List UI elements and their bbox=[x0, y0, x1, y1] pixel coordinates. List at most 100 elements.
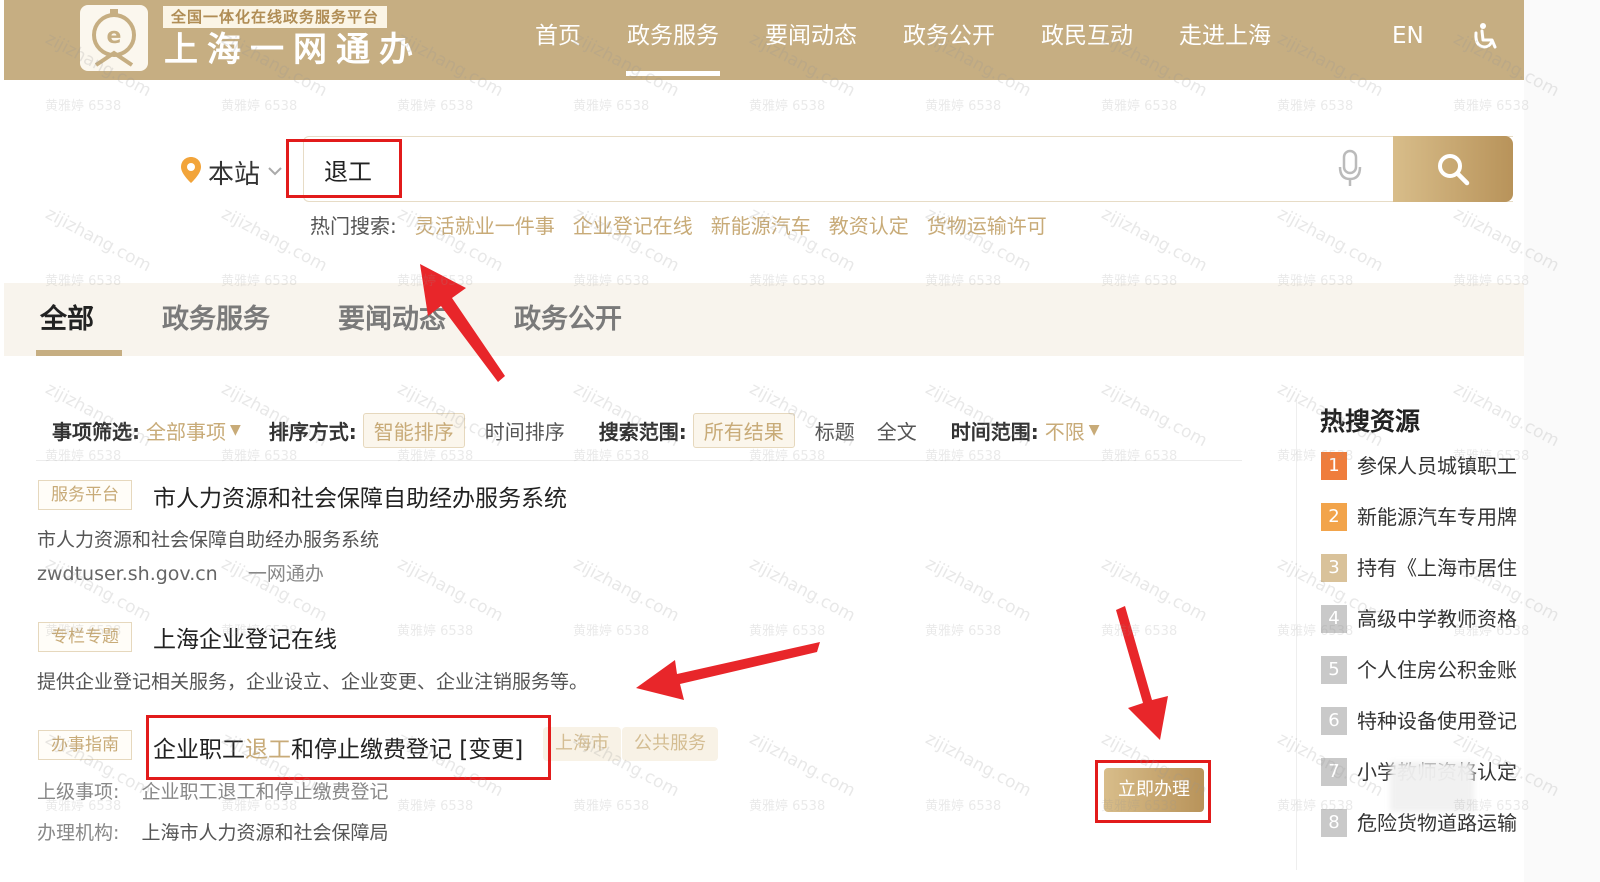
caret-down-icon: ▼ bbox=[230, 422, 241, 438]
watermark-text: zijizhang.com bbox=[1098, 378, 1211, 452]
result-url: zwdtuser.sh.gov.cn 一网通办 bbox=[37, 559, 324, 586]
hot-search-term[interactable]: 新能源汽车 bbox=[711, 210, 811, 239]
nav-about-shanghai[interactable]: 走进上海 bbox=[1156, 0, 1294, 80]
watermark-text: zijizhang.com bbox=[922, 728, 1035, 802]
search-box bbox=[303, 136, 1513, 202]
caret-down-icon: ▼ bbox=[1088, 422, 1100, 438]
result-title-link[interactable]: 上海企业登记在线 bbox=[153, 620, 337, 654]
page-gutter bbox=[1524, 0, 1600, 882]
nav-interaction[interactable]: 政民互动 bbox=[1018, 0, 1156, 80]
watermark-text: 黄雅婷 6538 bbox=[45, 99, 122, 114]
search-scope-label: 本站 bbox=[208, 159, 261, 190]
result-type-tag: 服务平台 bbox=[38, 480, 132, 510]
microphone-icon[interactable] bbox=[1337, 149, 1363, 189]
watermark-text: 黄雅婷 6538 bbox=[1101, 624, 1178, 639]
result-description: 市人力资源和社会保障自助经办服务系统 bbox=[37, 529, 380, 551]
range-title-option[interactable]: 标题 bbox=[815, 416, 855, 445]
hot-search-term[interactable]: 教资认定 bbox=[829, 210, 909, 239]
hot-search-term[interactable]: 货物运输许可 bbox=[927, 210, 1047, 239]
rank-badge: 8 bbox=[1321, 809, 1347, 837]
result-description: 提供企业登记相关服务，企业设立、企业变更、企业注销服务等。 bbox=[37, 671, 589, 693]
hot-resource-item[interactable]: 1 参保人员城镇职工 bbox=[1321, 452, 1531, 503]
arrow-to-description bbox=[636, 642, 820, 700]
hot-resources-title: 热搜资源 bbox=[1320, 407, 1421, 436]
rank-badge: 2 bbox=[1321, 503, 1347, 531]
watermark-text: 黄雅婷 6538 bbox=[573, 624, 650, 639]
hot-search-bar: 热门搜索: 灵活就业一件事 企业登记在线 新能源汽车 教资认定 货物运输许可 bbox=[310, 210, 1047, 239]
sort-time-option[interactable]: 时间排序 bbox=[485, 416, 565, 445]
sort-smart-option[interactable]: 智能排序 bbox=[362, 412, 465, 448]
main-nav: 首页 政务服务 要闻动态 政务公开 政民互动 走进上海 bbox=[512, 0, 1294, 80]
parent-item-value: 企业职工退工和停止缴费登记 bbox=[141, 781, 389, 803]
tab-gov-open[interactable]: 政务公开 bbox=[514, 283, 622, 356]
range-all-option[interactable]: 所有结果 bbox=[692, 412, 795, 448]
hot-resource-text: 特种设备使用登记 bbox=[1357, 709, 1517, 733]
divider bbox=[36, 460, 1242, 461]
tab-news[interactable]: 要闻动态 bbox=[338, 283, 446, 356]
watermark-text: 黄雅婷 6538 bbox=[397, 799, 474, 814]
search-scope-dropdown[interactable]: 本站 bbox=[180, 152, 284, 192]
hot-resource-item[interactable]: 3 持有《上海市居住 bbox=[1321, 554, 1531, 605]
watermark-text: zijizhang.com bbox=[394, 553, 507, 627]
nav-gov-open[interactable]: 政务公开 bbox=[880, 0, 1018, 80]
watermark-text: zijizhang.com bbox=[1098, 553, 1211, 627]
item-filter-dropdown[interactable]: 全部事项 bbox=[146, 416, 226, 445]
result-source: 一网通办 bbox=[247, 563, 324, 585]
hot-resource-text: 危险货物道路运输 bbox=[1357, 811, 1517, 835]
nav-news[interactable]: 要闻动态 bbox=[742, 0, 880, 80]
tab-all[interactable]: 全部 bbox=[36, 283, 122, 356]
hot-resource-text: 持有《上海市居住 bbox=[1357, 556, 1517, 580]
time-range-dropdown[interactable]: 不限 bbox=[1045, 416, 1085, 445]
result-tabs-band: 全部 政务服务 要闻动态 政务公开 bbox=[4, 283, 1524, 356]
hot-resource-item[interactable]: 8 危险货物道路运输 bbox=[1321, 809, 1531, 860]
watermark-text: zijizhang.com bbox=[1274, 203, 1387, 277]
hot-search-term[interactable]: 灵活就业一件事 bbox=[415, 210, 555, 239]
result-title-link[interactable]: 市人力资源和社会保障自助经办服务系统 bbox=[153, 479, 567, 513]
watermark-text: zijizhang.com bbox=[746, 728, 859, 802]
site-logo[interactable]: e bbox=[80, 5, 148, 71]
watermark-text: zijizhang.com bbox=[746, 553, 859, 627]
hot-resource-item[interactable]: 4 高级中学教师资格 bbox=[1321, 605, 1531, 656]
hot-resource-text: 参保人员城镇职工 bbox=[1357, 454, 1517, 478]
nav-home[interactable]: 首页 bbox=[512, 0, 604, 80]
watermark-text: zijizhang.com bbox=[922, 553, 1035, 627]
rank-badge: 3 bbox=[1321, 554, 1347, 582]
sort-label: 排序方式: bbox=[268, 419, 357, 444]
result-type-tag: 办事指南 bbox=[38, 730, 132, 760]
hot-resource-text: 个人住房公积金账 bbox=[1357, 658, 1517, 682]
watermark-text: 黄雅婷 6538 bbox=[749, 99, 826, 114]
watermark-text: 黄雅婷 6538 bbox=[1277, 99, 1354, 114]
svg-text:e: e bbox=[107, 24, 122, 49]
range-fulltext-option[interactable]: 全文 bbox=[877, 416, 917, 445]
hot-resource-item[interactable]: 6 特种设备使用登记 bbox=[1321, 707, 1531, 758]
hot-resource-item[interactable]: 2 新能源汽车专用牌 bbox=[1321, 503, 1531, 554]
watermark-text: 黄雅婷 6538 bbox=[221, 99, 298, 114]
hot-search-term[interactable]: 企业登记在线 bbox=[573, 210, 693, 239]
watermark-text: zijizhang.com bbox=[1098, 203, 1211, 277]
tab-gov-services[interactable]: 政务服务 bbox=[162, 283, 270, 356]
accessibility-icon[interactable] bbox=[1466, 20, 1500, 54]
watermark-text: 黄雅婷 6538 bbox=[1453, 99, 1530, 114]
search-button[interactable] bbox=[1393, 136, 1513, 202]
divider bbox=[1296, 400, 1297, 870]
language-switch[interactable]: EN bbox=[1392, 0, 1424, 80]
brand-name: 上海一网通办 bbox=[164, 30, 422, 70]
search-input[interactable] bbox=[324, 149, 1304, 189]
annotation-box-search-query bbox=[286, 139, 402, 198]
hot-resource-item[interactable]: 5 个人住房公积金账 bbox=[1321, 656, 1531, 707]
brand-tagline: 全国一体化在线政务服务平台 bbox=[163, 6, 388, 28]
nav-gov-services[interactable]: 政务服务 bbox=[604, 0, 742, 80]
annotation-box-result-title bbox=[146, 715, 551, 780]
filter-row: 事项筛选: 全部事项 ▼ 排序方式: 智能排序 时间排序 搜索范围: 所有结果 … bbox=[52, 412, 1100, 448]
watermark-text: 黄雅婷 6538 bbox=[397, 624, 474, 639]
watermark-text: 黄雅婷 6538 bbox=[749, 624, 826, 639]
watermark-text: 黄雅婷 6538 bbox=[749, 799, 826, 814]
rank-badge: 4 bbox=[1321, 605, 1347, 633]
watermark-text: zijizhang.com bbox=[570, 553, 683, 627]
watermark-text: 黄雅婷 6538 bbox=[397, 99, 474, 114]
region-badge: 上海市 bbox=[543, 727, 621, 761]
service-type-badge: 公共服务 bbox=[622, 727, 718, 761]
watermark-text: 黄雅婷 6538 bbox=[1101, 99, 1178, 114]
hot-resource-text: 新能源汽车专用牌 bbox=[1357, 505, 1517, 529]
agency-value: 上海市人力资源和社会保障局 bbox=[141, 822, 389, 844]
